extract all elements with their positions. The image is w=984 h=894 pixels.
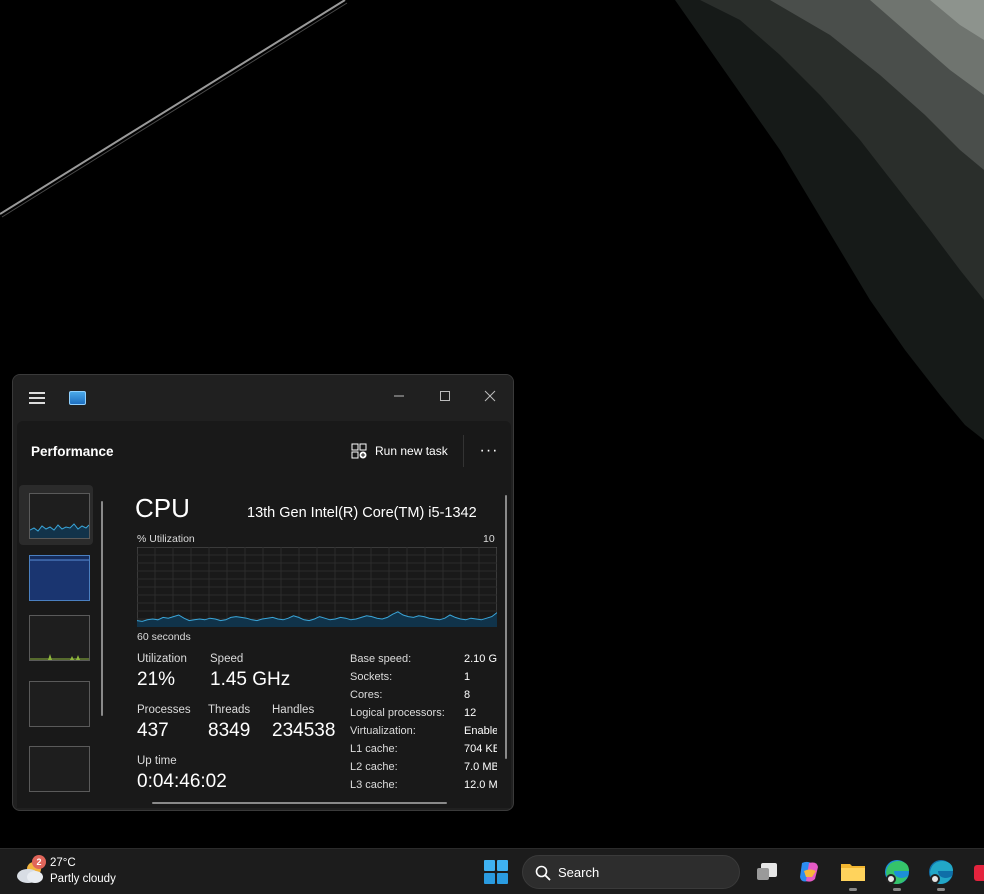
active-indicator xyxy=(937,888,945,891)
thumb-ethernet[interactable] xyxy=(29,681,90,727)
run-new-task-button[interactable]: Run new task xyxy=(351,443,448,459)
cpu-model: 13th Gen Intel(R) Core(TM) i5-1342 xyxy=(247,505,477,521)
cpu-utilization-graph xyxy=(137,547,497,627)
close-icon xyxy=(484,390,496,402)
search-label: Search xyxy=(558,865,600,880)
search-box[interactable]: Search xyxy=(522,855,740,889)
thumb-gpu[interactable] xyxy=(29,746,90,792)
copilot-button[interactable] xyxy=(794,857,824,887)
resource-list xyxy=(19,485,99,808)
task-view-icon xyxy=(757,863,777,880)
task-view-button[interactable] xyxy=(752,857,782,887)
spec-value: 704 KB xyxy=(464,743,497,755)
disk-mini-graph xyxy=(30,654,89,660)
task-manager-icon xyxy=(69,391,86,405)
uptime-label: Up time xyxy=(137,755,177,767)
speed-label: Speed xyxy=(210,653,244,665)
spec-value: 1 xyxy=(464,671,471,683)
processes-value: 437 xyxy=(137,720,169,741)
maximize-icon xyxy=(440,391,450,401)
cpu-title: CPU xyxy=(135,493,190,523)
performance-page: Performance Run new task ··· CPU 13th Ge… xyxy=(17,421,511,808)
weather-description: Partly cloudy xyxy=(50,873,116,885)
minimize-icon xyxy=(394,395,404,397)
thumbnail-scrollbar[interactable] xyxy=(101,501,103,716)
active-indicator xyxy=(849,888,857,891)
spec-value: 7.0 MB xyxy=(464,761,497,773)
run-task-label: Run new task xyxy=(375,444,448,458)
horizontal-scrollbar[interactable] xyxy=(152,802,447,804)
spec-label: L1 cache: xyxy=(350,743,398,755)
spec-value: 8 xyxy=(464,689,471,701)
hamburger-menu-icon[interactable] xyxy=(29,390,47,406)
utilization-value: 21% xyxy=(137,669,176,690)
notification-badge: 2 xyxy=(32,855,46,869)
spec-label: Virtualization: xyxy=(350,725,416,737)
edge-dev-icon xyxy=(929,860,953,884)
spec-value: 2.10 G xyxy=(464,653,497,665)
thumb-cpu[interactable] xyxy=(29,493,90,539)
copilot-icon xyxy=(800,861,818,882)
spec-label: Cores: xyxy=(350,689,383,701)
taskbar: 2 27°C Partly cloudy Search xyxy=(0,848,984,894)
page-header: Performance Run new task ··· xyxy=(17,421,511,479)
spec-label: L2 cache: xyxy=(350,761,398,773)
spec-label: Sockets: xyxy=(350,671,393,683)
spec-value: 12.0 M xyxy=(464,779,497,791)
utilization-max-label: 10 xyxy=(483,533,495,545)
weather-widget[interactable]: 2 27°C Partly cloudy xyxy=(16,855,156,891)
spec-label: Logical processors: xyxy=(350,707,445,719)
vertical-scrollbar[interactable] xyxy=(505,495,507,759)
utilization-axis-label: % Utilization xyxy=(137,533,195,545)
utilization-label: Utilization xyxy=(137,653,187,665)
weather-temperature: 27°C xyxy=(50,857,76,869)
thumb-memory[interactable] xyxy=(29,555,90,601)
spec-label: L3 cache: xyxy=(350,779,398,791)
folder-icon xyxy=(841,864,865,881)
maximize-button[interactable] xyxy=(427,381,463,411)
start-button[interactable] xyxy=(484,860,508,884)
close-button[interactable] xyxy=(472,381,508,411)
thumb-disk[interactable] xyxy=(29,615,90,661)
more-options-button[interactable]: ··· xyxy=(477,439,501,463)
title-bar[interactable] xyxy=(13,375,513,421)
page-title: Performance xyxy=(31,444,114,459)
spec-value: Enable xyxy=(464,725,497,737)
handles-value: 234538 xyxy=(272,720,336,741)
threads-value: 8349 xyxy=(208,720,251,741)
spec-value: 12 xyxy=(464,707,477,719)
edge-dev-button[interactable] xyxy=(926,857,956,891)
memory-mini-graph xyxy=(30,559,89,600)
task-manager-window: Performance Run new task ··· CPU 13th Ge… xyxy=(12,374,514,811)
uptime-value: 0:04:46:02 xyxy=(137,771,227,792)
time-axis-label: 60 seconds xyxy=(137,631,191,643)
minimize-button[interactable] xyxy=(381,381,417,411)
run-task-icon xyxy=(351,443,367,459)
pinned-app-button[interactable] xyxy=(970,857,984,887)
file-explorer-button[interactable] xyxy=(838,857,868,891)
search-icon xyxy=(535,865,551,881)
header-separator xyxy=(463,435,464,467)
cpu-mini-graph xyxy=(29,523,90,538)
edge-icon xyxy=(885,860,909,884)
threads-label: Threads xyxy=(208,704,251,716)
processes-label: Processes xyxy=(137,704,191,716)
more-options-icon: ··· xyxy=(479,442,499,459)
speed-value: 1.45 GHz xyxy=(210,669,291,690)
active-indicator xyxy=(893,888,901,891)
spec-label: Base speed: xyxy=(350,653,412,665)
app-icon xyxy=(974,865,984,881)
handles-label: Handles xyxy=(272,704,315,716)
edge-browser-button[interactable] xyxy=(882,857,912,891)
